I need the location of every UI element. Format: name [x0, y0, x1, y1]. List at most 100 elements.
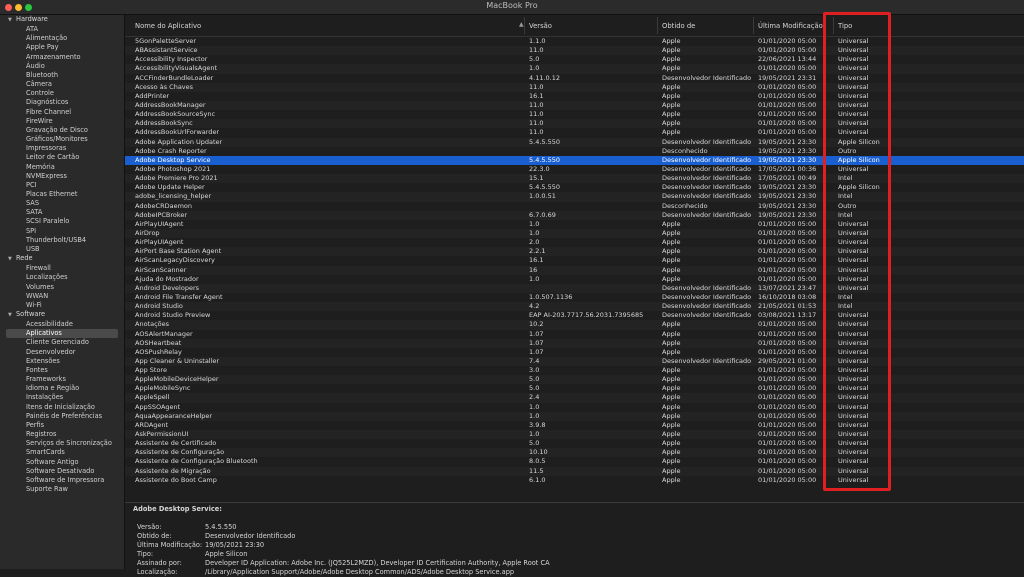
cell-obtained-from: Apple [662, 64, 681, 73]
detail-key: Assinado por: [137, 559, 182, 567]
sidebar-item[interactable]: Frameworks [0, 375, 124, 384]
cell-obtained-from: Apple [662, 100, 681, 109]
cell-version: 15.1 [529, 174, 544, 183]
sidebar-item[interactable]: Registros [0, 430, 124, 439]
sidebar-item[interactable]: FireWire [0, 117, 124, 126]
cell-obtained-from: Desenvolvedor Identificado [662, 210, 752, 219]
detail-value: 5.4.5.550 [205, 523, 237, 531]
sidebar-item[interactable]: Software de Impressora [0, 476, 124, 485]
column-divider[interactable] [524, 17, 525, 34]
column-header-last-modified[interactable]: Última Modificação [758, 22, 823, 30]
cell-app-name: AOSAlertManager [135, 329, 193, 338]
cell-version: 6.7.0.69 [529, 210, 556, 219]
disclosure-triangle-icon[interactable]: ▼ [8, 311, 16, 320]
cell-app-name: ARDAgent [135, 420, 169, 429]
sidebar-item[interactable]: Câmera [0, 80, 124, 89]
sidebar-item[interactable]: Wi-Fi [0, 301, 124, 310]
sidebar-group[interactable]: ▼ Hardware [0, 15, 124, 25]
cell-app-name: Android File Transfer Agent [135, 292, 223, 301]
sidebar-item[interactable]: Apple Pay [0, 43, 124, 52]
cell-app-name: AppleMobileDeviceHelper [135, 375, 219, 384]
sidebar-item[interactable]: Volumes [0, 283, 124, 292]
cell-app-name: Adobe Update Helper [135, 183, 205, 192]
sidebar-item[interactable]: SATA [0, 208, 124, 217]
sidebar-item[interactable]: Acessibilidade [0, 320, 124, 329]
sidebar-item[interactable]: Gravação de Disco [0, 126, 124, 135]
sidebar-item[interactable]: Alimentação [0, 34, 124, 43]
sidebar-item[interactable]: ATA [0, 25, 124, 34]
cell-version: 16 [529, 265, 538, 274]
cell-app-name: AppSSOAgent [135, 402, 181, 411]
sidebar-item[interactable]: Bluetooth [0, 71, 124, 80]
cell-obtained-from: Apple [662, 420, 681, 429]
sidebar-item[interactable]: Impressoras [0, 144, 124, 153]
sidebar-item[interactable]: Software Desativado [0, 467, 124, 476]
cell-obtained-from: Desconhecido [662, 146, 708, 155]
sidebar-item[interactable]: Armazenamento [0, 53, 124, 62]
sidebar-item[interactable]: Fontes [0, 366, 124, 375]
cell-version: 1.0.507.1136 [529, 292, 573, 301]
cell-obtained-from: Desenvolvedor Identificado [662, 155, 752, 164]
cell-app-name: AccessibilityVisualsAgent [135, 64, 218, 73]
sidebar-item[interactable]: Serviços de Sincronização [0, 439, 124, 448]
sidebar-group[interactable]: ▼ Software [0, 310, 124, 320]
pane-divider[interactable] [125, 502, 1024, 503]
sidebar-item[interactable]: Áudio [0, 62, 124, 71]
sidebar-item[interactable]: Fibre Channel [0, 108, 124, 117]
sidebar-item[interactable]: Firewall [0, 264, 124, 273]
sidebar-item[interactable]: Diagnósticos [0, 98, 124, 107]
cell-version: 3.9.8 [529, 420, 546, 429]
cell-obtained-from: Apple [662, 366, 681, 375]
sidebar-item[interactable]: Gráficos/Monitores [0, 135, 124, 144]
sidebar-item[interactable]: Thunderbolt/USB4 [0, 236, 124, 245]
sidebar-item[interactable]: USB [0, 245, 124, 254]
sidebar-item[interactable]: Perfis [0, 421, 124, 430]
sidebar-item[interactable]: Memória [0, 163, 124, 172]
disclosure-triangle-icon[interactable]: ▼ [8, 16, 16, 25]
sidebar-item[interactable]: Controle [0, 89, 124, 98]
sidebar-item[interactable]: WWAN [0, 292, 124, 301]
column-divider[interactable] [753, 17, 754, 34]
sidebar-item[interactable]: Instalações [0, 393, 124, 402]
disclosure-triangle-icon[interactable]: ▼ [8, 255, 16, 264]
column-header-version[interactable]: Versão [529, 22, 552, 30]
sidebar-item[interactable]: Placas Ethernet [0, 190, 124, 199]
sidebar-item[interactable]: Itens de Inicialização [0, 403, 124, 412]
column-header-obtained-from[interactable]: Obtido de [662, 22, 695, 30]
cell-version: 1.1.0 [529, 37, 546, 45]
cell-version: 5.4.5.550 [529, 155, 561, 164]
sort-ascending-icon[interactable]: ▲ [519, 21, 524, 28]
sidebar-item[interactable]: PCI [0, 181, 124, 190]
sidebar-item[interactable]: Idioma e Região [0, 384, 124, 393]
sidebar-group[interactable]: ▼ Rede [0, 254, 124, 264]
sidebar-item[interactable]: Localizações [0, 273, 124, 282]
cell-obtained-from: Apple [662, 110, 681, 119]
sidebar-item[interactable]: SAS [0, 199, 124, 208]
sidebar-item[interactable]: Suporte Raw [0, 485, 124, 494]
sidebar-item[interactable]: Extensões [0, 357, 124, 366]
cell-app-name: AirPlayUIAgent [135, 238, 184, 247]
sidebar-item[interactable]: Software Antigo [0, 458, 124, 467]
cell-app-name: App Store [135, 366, 167, 375]
column-divider[interactable] [657, 17, 658, 34]
sidebar-item[interactable]: NVMExpress [0, 172, 124, 181]
sidebar-item[interactable]: Desenvolvedor [0, 348, 124, 357]
sidebar-item[interactable]: Cliente Gerenciado [0, 338, 124, 347]
detail-row: Tipo: Apple Silicon [137, 550, 247, 559]
sidebar-item[interactable]: Leitor de Cartão [0, 153, 124, 162]
cell-version: 8.0.5 [529, 457, 546, 466]
cell-version: 1.0 [529, 411, 540, 420]
column-header-name[interactable]: Nome do Aplicativo [135, 22, 201, 30]
cell-obtained-from: Desenvolvedor Identificado [662, 192, 752, 201]
sidebar-item[interactable]: Painéis de Preferências [0, 412, 124, 421]
sidebar-item[interactable]: SCSI Paralelo [0, 217, 124, 226]
cell-obtained-from: Apple [662, 274, 681, 283]
cell-version: EAP AI-203.7717.56.2031.7395685 [529, 311, 644, 320]
sidebar-item[interactable]: Aplicativos [6, 329, 118, 339]
sidebar-item[interactable]: SmartCards [0, 448, 124, 457]
sidebar-item[interactable]: SPI [0, 227, 124, 236]
cell-obtained-from: Apple [662, 320, 681, 329]
cell-obtained-from: Desenvolvedor Identificado [662, 311, 752, 320]
detail-key: Localização: [137, 568, 178, 576]
cell-obtained-from: Apple [662, 475, 681, 484]
